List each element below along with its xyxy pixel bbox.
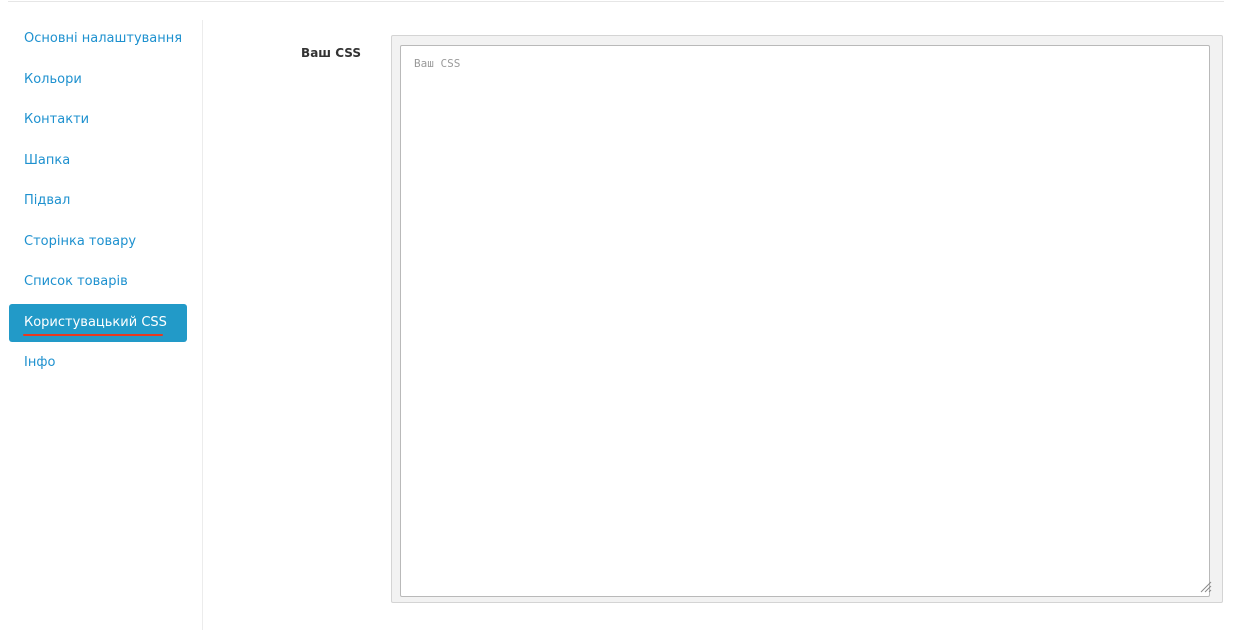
sidebar-item-product-list[interactable]: Список товарів xyxy=(9,263,187,301)
css-editor-frame xyxy=(391,35,1223,603)
sidebar-item-product-page[interactable]: Сторінка товару xyxy=(9,223,187,261)
sidebar-item-colors[interactable]: Кольори xyxy=(9,61,187,99)
sidebar-item-custom-css[interactable]: Користувацький CSS xyxy=(9,303,187,342)
css-textarea[interactable] xyxy=(400,45,1210,597)
sidebar-item-contacts[interactable]: Контакти xyxy=(9,101,187,139)
sidebar-item-main-settings[interactable]: Основні налаштування xyxy=(9,20,187,58)
resize-handle-icon[interactable] xyxy=(1198,579,1212,593)
sidebar-item-footer[interactable]: Підвал xyxy=(9,182,187,220)
sidebar-item-info[interactable]: Інфо xyxy=(9,344,187,382)
settings-sidebar: Основні налаштування Кольори Контакти Ша… xyxy=(9,20,187,385)
sidebar-divider xyxy=(202,20,203,630)
sidebar-item-header[interactable]: Шапка xyxy=(9,142,187,180)
sidebar-item-label: Користувацький CSS xyxy=(24,314,167,330)
top-divider xyxy=(8,1,1224,2)
annotation-underline xyxy=(23,333,163,336)
css-field-label: Ваш CSS xyxy=(301,46,361,60)
